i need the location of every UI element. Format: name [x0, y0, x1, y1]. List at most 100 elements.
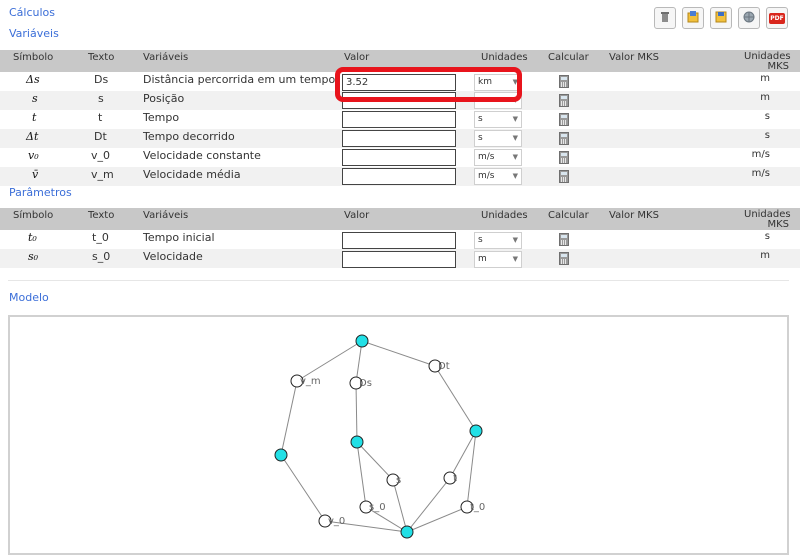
- graph-node[interactable]: [355, 334, 369, 348]
- header-simbolo: Símbolo: [13, 210, 54, 221]
- chevron-down-icon: ▼: [512, 115, 518, 123]
- value-highlight-box: [335, 67, 522, 102]
- calculator-icon[interactable]: [559, 170, 569, 183]
- unit-select-value: m/s: [478, 152, 495, 162]
- globe-button[interactable]: [738, 7, 760, 29]
- value-input[interactable]: [342, 232, 456, 249]
- graph-node[interactable]: [469, 424, 483, 438]
- variaveis-link[interactable]: Variáveis: [9, 27, 59, 40]
- unit-select-value: m: [478, 254, 487, 264]
- header-valor: Valor: [344, 210, 370, 221]
- mks-unit-cell: m/s: [751, 149, 770, 160]
- graph-node[interactable]: [350, 435, 364, 449]
- calculator-icon[interactable]: [559, 151, 569, 164]
- calculator-icon[interactable]: [559, 132, 569, 145]
- chevron-down-icon: ▼: [512, 153, 518, 161]
- text-cell: v_m: [91, 168, 114, 181]
- symbol-cell: v̄: [32, 168, 39, 181]
- mks-unit-cell: m: [760, 73, 770, 84]
- divider: [8, 280, 789, 281]
- header-valor: Valor: [344, 52, 370, 63]
- graph-edge: [406, 477, 451, 533]
- unit-select[interactable]: s ▼: [474, 111, 522, 128]
- graph-edge: [355, 382, 358, 443]
- calculos-link[interactable]: Cálculos: [9, 6, 55, 19]
- table-row: t₀ t_0 Tempo inicial s ▼ s: [0, 230, 800, 249]
- graph-edge: [296, 340, 363, 382]
- graph-edge: [361, 340, 436, 367]
- text-cell: Ds: [94, 73, 109, 86]
- unit-select[interactable]: m/s ▼: [474, 168, 522, 185]
- graph-edge: [280, 454, 326, 522]
- header-texto: Texto: [88, 210, 115, 221]
- table-row: t t Tempo s ▼ s: [0, 110, 800, 129]
- description-cell: Tempo: [143, 111, 180, 124]
- header-valor-mks: Valor MKS: [609, 210, 659, 221]
- unit-select[interactable]: m ▼: [474, 251, 522, 268]
- symbol-cell: Δt: [26, 130, 39, 143]
- value-input[interactable]: [342, 251, 456, 268]
- header-unidades: Unidades: [481, 210, 528, 221]
- toolbar: PDF: [654, 7, 788, 29]
- table-row: Δt Dt Tempo decorrido s ▼ s: [0, 129, 800, 148]
- description-cell: Velocidade constante: [143, 149, 261, 162]
- trash-button[interactable]: [654, 7, 676, 29]
- mks-unit-cell: s: [764, 111, 770, 122]
- graph-node[interactable]: [400, 525, 414, 539]
- unit-select-value: s: [478, 235, 483, 245]
- calculator-icon[interactable]: [559, 75, 569, 88]
- table-row: v₀ v_0 Velocidade constante m/s ▼ m/s: [0, 148, 800, 167]
- graph-edge: [466, 430, 477, 508]
- chevron-down-icon: ▼: [512, 172, 518, 180]
- graph-node-label: s_0: [369, 502, 386, 513]
- text-cell: v_0: [91, 149, 111, 162]
- value-input[interactable]: [342, 149, 456, 166]
- graph-edge: [356, 441, 394, 481]
- description-cell: Tempo decorrido: [143, 130, 235, 143]
- text-cell: t_0: [92, 231, 109, 244]
- unit-select[interactable]: s ▼: [474, 232, 522, 249]
- model-graph-panel: v_m Ds Dt s t s_0 t_0 v_0: [8, 315, 789, 555]
- graph-node[interactable]: [274, 448, 288, 462]
- value-input[interactable]: [342, 168, 456, 185]
- mks-unit-cell: s: [764, 231, 770, 242]
- modelo-link[interactable]: Modelo: [9, 291, 49, 304]
- graph-node-label: Ds: [359, 378, 372, 389]
- graph-edge: [406, 506, 468, 533]
- text-cell: s_0: [92, 250, 111, 263]
- graph-node-label: Dt: [438, 361, 450, 372]
- mks-unit-cell: s: [764, 130, 770, 141]
- calculator-icon[interactable]: [559, 113, 569, 126]
- table-row: s₀ s_0 Velocidade m ▼ m: [0, 249, 800, 268]
- pdf-icon: PDF: [769, 12, 785, 24]
- header-unidades-mks: Unidades MKS: [744, 209, 791, 230]
- unit-select-value: s: [478, 114, 483, 124]
- disk-icon: [714, 10, 728, 27]
- calculator-icon[interactable]: [559, 233, 569, 246]
- description-cell: Posição: [143, 92, 185, 105]
- pdf-button[interactable]: PDF: [766, 7, 788, 29]
- unit-select[interactable]: s ▼: [474, 130, 522, 147]
- header-valor-mks: Valor MKS: [609, 52, 659, 63]
- graph-node-label: t: [453, 473, 457, 484]
- chevron-down-icon: ▼: [512, 255, 518, 263]
- symbol-cell: s₀: [28, 250, 39, 263]
- save-button[interactable]: [710, 7, 732, 29]
- graph-node-label: t_0: [470, 502, 485, 513]
- folder-icon: [686, 10, 700, 27]
- table-row: v̄ v_m Velocidade média m/s ▼ m/s: [0, 167, 800, 186]
- value-input[interactable]: [342, 130, 456, 147]
- text-cell: s: [98, 92, 104, 105]
- load-button[interactable]: [682, 7, 704, 29]
- graph-node-label: v_m: [300, 376, 321, 387]
- calculator-icon[interactable]: [559, 252, 569, 265]
- value-input[interactable]: [342, 111, 456, 128]
- unit-select-value: s: [478, 133, 483, 143]
- header-unidades-mks: Unidades MKS: [744, 51, 791, 72]
- calculator-icon[interactable]: [559, 94, 569, 107]
- unit-select[interactable]: m/s ▼: [474, 149, 522, 166]
- parametros-link[interactable]: Parâmetros: [9, 186, 72, 199]
- header-calcular: Calcular: [548, 210, 589, 221]
- symbol-cell: t₀: [28, 231, 37, 244]
- text-cell: Dt: [94, 130, 107, 143]
